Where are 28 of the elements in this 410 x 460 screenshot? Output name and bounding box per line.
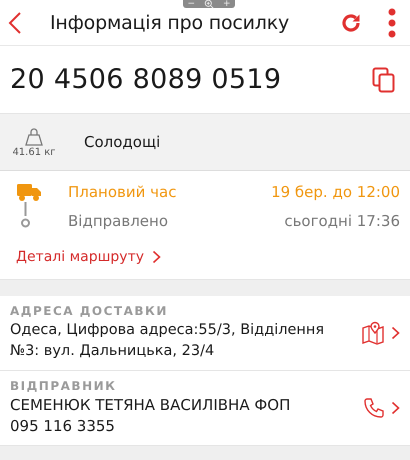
weight-icon: [24, 126, 44, 146]
refresh-icon[interactable]: [340, 12, 362, 34]
zoom-out-button[interactable]: −: [187, 0, 196, 8]
section-heading: АДРЕСА ДОСТАВКИ: [10, 304, 169, 318]
screen-title: Інформація про посилку: [50, 12, 290, 34]
zoom-icon[interactable]: [204, 0, 214, 9]
timeline-icon: [21, 202, 30, 228]
status-label: Плановий час: [68, 182, 178, 200]
route-details-link[interactable]: Деталі маршруту: [16, 249, 144, 265]
status-label: Відправлено: [68, 212, 169, 230]
more-icon[interactable]: [388, 8, 396, 38]
zoom-in-button[interactable]: +: [222, 0, 231, 8]
status-time: сьогодні 17:36: [284, 212, 400, 230]
sender-detail: 095 116 3355: [10, 416, 116, 437]
parcel-description: Солодощі: [84, 133, 160, 151]
phone-icon[interactable]: [363, 397, 385, 419]
tracking-number: 20 4506 8089 0519: [10, 64, 282, 95]
chevron-icon[interactable]: [391, 401, 400, 415]
copy-icon[interactable]: [372, 66, 396, 92]
map-icon[interactable]: [361, 321, 385, 345]
chevron-icon[interactable]: [152, 250, 162, 264]
weight-label: 41.61 кг: [12, 146, 56, 158]
chevron-icon[interactable]: [391, 326, 400, 340]
address-text: Одеса, Цифрова адреса:55/3, Відділення №3: вул. Дальницька, 23/4: [10, 321, 326, 361]
sender-detail: СЕМЕНЮК ТЕТЯНА ВАСИЛІВНА ФОП: [10, 395, 292, 416]
back-icon[interactable]: [8, 10, 22, 34]
status-time: 19 бер. до 12:00: [271, 182, 400, 200]
section-heading: ВІДПРАВНИК: [10, 379, 118, 393]
